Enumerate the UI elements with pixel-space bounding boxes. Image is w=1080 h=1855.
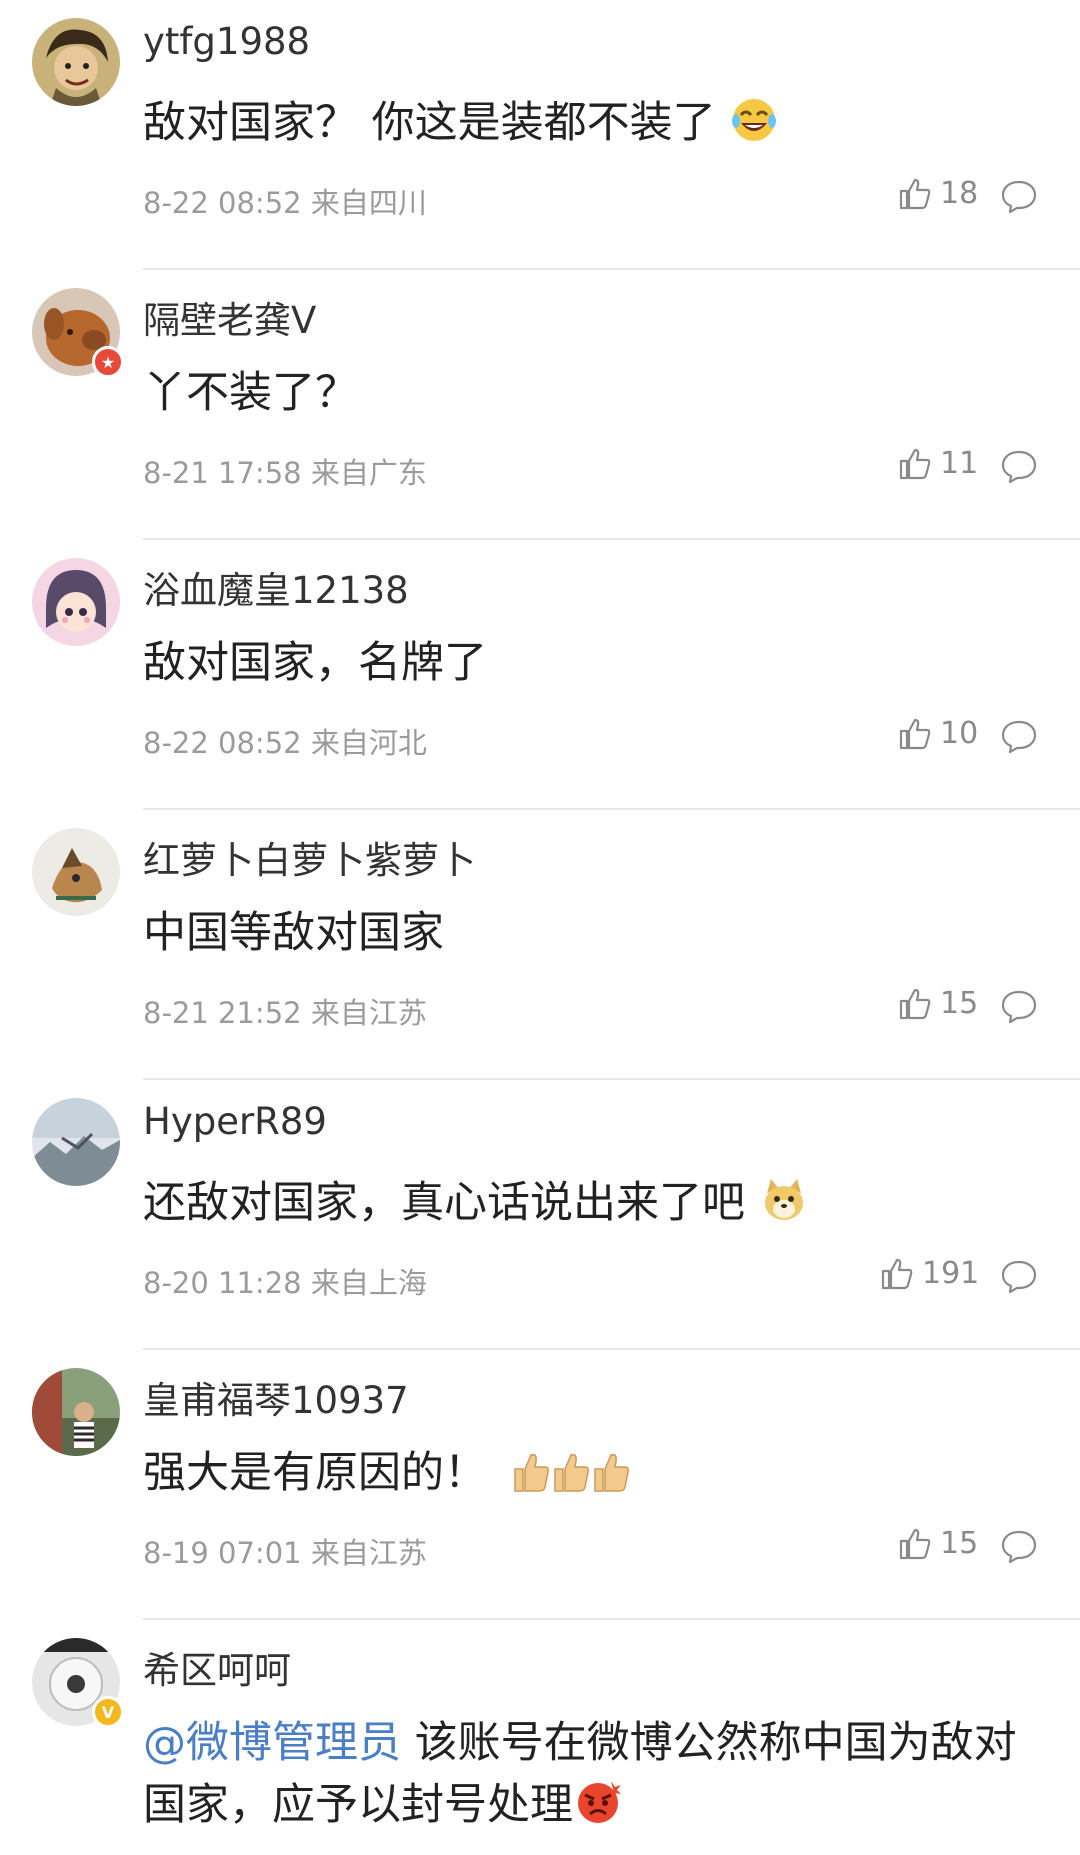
avatar[interactable] [32, 558, 120, 646]
avatar[interactable]: V [32, 1638, 124, 1728]
username[interactable]: ytfg1988 [143, 20, 310, 63]
comment-text: @微博管理员 该账号在微博公然称中国为敌对国家，应予以封号处理 [143, 1712, 1053, 1836]
like-count: 11 [940, 446, 979, 481]
comment-text-body: 中国等敌对国家 [143, 908, 444, 958]
timestamp: 8-19 07:01 [143, 1536, 302, 1570]
comment-text: 中国等敌对国家 [143, 902, 1053, 964]
timestamp: 8-22 08:52 [143, 186, 302, 220]
angry-emoji [575, 1779, 621, 1825]
comment-bubble-icon [1001, 450, 1037, 484]
thumbs-up-emoji [593, 1453, 629, 1492]
location: 来自江苏 [310, 1536, 427, 1570]
comment-text: 强大是有原因的！ [143, 1442, 1053, 1510]
comment-meta: 8-22 08:52 来自河北 [143, 720, 427, 762]
like-count: 15 [940, 986, 979, 1021]
reply-button[interactable] [1000, 1258, 1038, 1296]
laughing-tears-emoji [731, 97, 777, 143]
doge-emoji [761, 1177, 807, 1223]
comment-feed: ytfg1988 敌对国家？ 你这是装都不装了 8-22 08:52 来自四川 [0, 0, 1080, 1855]
comment-text-body: 还敌对国家，真心话说出来了吧 [143, 1178, 745, 1228]
thumbs-up-icon [899, 988, 931, 1019]
location: 来自四川 [310, 186, 427, 220]
comment-text-body: 敌对国家？ 你这是装都不装了 [143, 98, 716, 148]
thumbs-up-icon [899, 178, 931, 209]
comment-text-body: 敌对国家，名牌了 [143, 638, 487, 688]
timestamp: 8-22 08:52 [143, 726, 302, 760]
comment-text: 丫不装了？ [143, 362, 1053, 424]
comment-item: V 希区呵呵 @微博管理员 该账号在微博公然称中国为敌对国家，应予以封号处理 [0, 1620, 1080, 1855]
avatar[interactable] [32, 828, 120, 916]
location: 来自江苏 [310, 996, 427, 1030]
avatar[interactable] [32, 18, 120, 106]
reply-button[interactable] [1000, 718, 1038, 756]
like-button[interactable]: 10 [898, 716, 978, 751]
red-star-badge: ★ [92, 346, 124, 378]
location: 来自河北 [310, 726, 427, 760]
comment-item: ★ 隔壁老龚V 丫不装了？ 8-21 17:58 来自广东 11 [0, 270, 1080, 540]
like-button[interactable]: 15 [898, 986, 978, 1021]
avatar[interactable] [32, 1368, 120, 1456]
mention-link[interactable]: @微博管理员 [143, 1718, 401, 1768]
timestamp: 8-21 17:58 [143, 456, 302, 490]
reply-button[interactable] [1000, 448, 1038, 486]
thumbs-up-icon [899, 1528, 931, 1559]
timestamp: 8-20 11:28 [143, 1266, 302, 1300]
thumbs-up-emoji [513, 1453, 549, 1492]
comment-item: 浴血魔皇12138 敌对国家，名牌了 8-22 08:52 来自河北 10 [0, 540, 1080, 810]
like-count: 18 [940, 176, 979, 211]
avatar[interactable]: ★ [32, 288, 124, 378]
username[interactable]: 希区呵呵 [143, 1640, 291, 1694]
reply-button[interactable] [1000, 1528, 1038, 1566]
comment-text: 敌对国家，名牌了 [143, 632, 1053, 694]
username[interactable]: 浴血魔皇12138 [143, 560, 409, 614]
like-button[interactable]: 11 [898, 446, 978, 481]
comment-meta: 8-19 07:01 来自江苏 [143, 1530, 427, 1572]
like-count: 10 [940, 716, 979, 751]
comment-text: 还敌对国家，真心话说出来了吧 [143, 1172, 1053, 1234]
comment-text-body: 丫不装了？ [143, 368, 358, 418]
comment-bubble-icon [1001, 990, 1037, 1024]
comment-meta: 8-21 21:52 来自江苏 [143, 990, 427, 1032]
username[interactable]: 红萝卜白萝卜紫萝卜 [143, 830, 476, 884]
comment-bubble-icon [1001, 180, 1037, 214]
like-count: 191 [922, 1256, 980, 1291]
thumbs-up-icon [899, 718, 931, 749]
thumbs-up-emoji [553, 1453, 589, 1492]
thumbs-up-icon [881, 1258, 913, 1289]
reply-button[interactable] [1000, 988, 1038, 1026]
location: 来自广东 [310, 456, 427, 490]
username[interactable]: 隔壁老龚V [143, 290, 316, 344]
thumbs-up-emoji-group [511, 1448, 631, 1510]
comment-meta: 8-22 08:52 来自四川 [143, 180, 427, 222]
comment-meta: 8-21 17:58 来自广东 [143, 450, 427, 492]
like-count: 15 [940, 1526, 979, 1561]
username[interactable]: 皇甫福琴10937 [143, 1370, 409, 1424]
comment-text-body: 强大是有原因的！ [143, 1448, 487, 1498]
comment-meta: 8-20 11:28 来自上海 [143, 1260, 427, 1302]
comment-item: 红萝卜白萝卜紫萝卜 中国等敌对国家 8-21 21:52 来自江苏 15 [0, 810, 1080, 1080]
reply-button[interactable] [1000, 178, 1038, 216]
comment-item: ytfg1988 敌对国家？ 你这是装都不装了 8-22 08:52 来自四川 [0, 0, 1080, 270]
like-button[interactable]: 191 [880, 1256, 979, 1291]
comment-bubble-icon [1001, 720, 1037, 754]
comment-bubble-icon [1001, 1530, 1037, 1564]
comment-item: HyperR89 还敌对国家，真心话说出来了吧 8-20 11:28 来自上海 … [0, 1080, 1080, 1350]
like-button[interactable]: 15 [898, 1526, 978, 1561]
yellow-v-badge: V [92, 1696, 124, 1728]
comment-bubble-icon [1001, 1260, 1037, 1294]
comment-text: 敌对国家？ 你这是装都不装了 [143, 92, 1053, 154]
avatar[interactable] [32, 1098, 120, 1186]
timestamp: 8-21 21:52 [143, 996, 302, 1030]
location: 来自上海 [310, 1266, 427, 1300]
thumbs-up-icon [899, 448, 931, 479]
like-button[interactable]: 18 [898, 176, 978, 211]
comment-item: 皇甫福琴10937 强大是有原因的！ 8-19 07:01 来自江苏 15 [0, 1350, 1080, 1620]
username[interactable]: HyperR89 [143, 1100, 327, 1143]
